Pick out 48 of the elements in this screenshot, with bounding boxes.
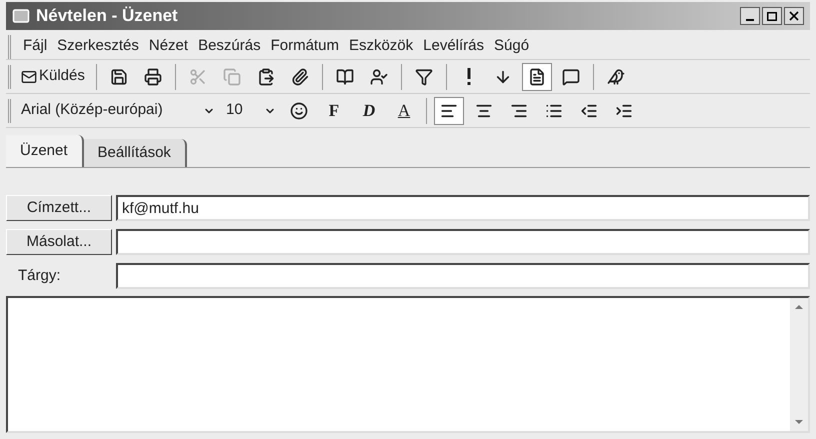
printer-icon bbox=[144, 68, 162, 86]
scrollbar[interactable] bbox=[790, 298, 808, 431]
paperclip-icon bbox=[290, 68, 309, 86]
tab[interactable]: Beállítások bbox=[84, 139, 187, 167]
menu-item[interactable]: Formátum bbox=[270, 35, 339, 58]
tab[interactable]: Üzenet bbox=[6, 135, 84, 167]
book-icon bbox=[336, 68, 354, 86]
menu-item[interactable]: Fájl bbox=[23, 35, 48, 58]
scroll-down-icon bbox=[795, 420, 803, 424]
maximize-icon bbox=[767, 12, 777, 20]
font-dropdown[interactable]: Arial (Közép-európai) bbox=[18, 98, 218, 122]
minimize-button[interactable] bbox=[740, 7, 760, 25]
exclamation-icon bbox=[466, 68, 472, 86]
input-field[interactable] bbox=[116, 229, 810, 255]
filter-icon bbox=[414, 68, 433, 86]
format-button[interactable]: D bbox=[354, 96, 384, 124]
scroll-up-icon bbox=[795, 305, 803, 309]
field-label-button[interactable]: Másolat... bbox=[6, 229, 112, 255]
field-label-button[interactable]: Címzett... bbox=[6, 195, 112, 221]
copy-icon bbox=[222, 68, 241, 86]
close-button[interactable] bbox=[784, 7, 804, 25]
field-label: Tárgy: bbox=[17, 266, 62, 286]
maximize-button[interactable] bbox=[762, 7, 782, 25]
menu-item[interactable]: Szerkesztés bbox=[57, 35, 139, 58]
toolbar-button[interactable] bbox=[522, 62, 552, 90]
menu-item[interactable]: Beszúrás bbox=[198, 35, 261, 58]
stamp-icon bbox=[290, 102, 308, 120]
menu-item[interactable]: Nézet bbox=[148, 35, 188, 58]
send-button[interactable]: Küldés bbox=[17, 64, 89, 90]
save-icon bbox=[110, 68, 128, 86]
document-icon bbox=[528, 68, 546, 86]
close-icon bbox=[789, 11, 799, 21]
input-field[interactable]: kf@mutf.hu bbox=[116, 195, 810, 221]
input-field[interactable] bbox=[116, 263, 810, 289]
menu-item[interactable]: Levélírás bbox=[423, 35, 484, 58]
user-check-icon bbox=[370, 68, 388, 86]
format-button[interactable] bbox=[434, 96, 464, 124]
format-button[interactable]: F bbox=[319, 96, 349, 124]
clipboard-icon bbox=[256, 68, 275, 86]
menu-item[interactable]: Súgó bbox=[494, 35, 530, 58]
window-title: Névtelen - Üzenet bbox=[36, 5, 178, 28]
menu-item[interactable]: Eszközök bbox=[348, 35, 414, 58]
format-button[interactable]: A bbox=[389, 96, 419, 124]
speech-bubble-icon bbox=[562, 68, 580, 86]
size-dropdown[interactable]: 10 bbox=[223, 98, 279, 122]
bird-icon bbox=[606, 68, 625, 86]
scissors-icon bbox=[188, 68, 207, 86]
minimize-icon bbox=[746, 18, 754, 20]
